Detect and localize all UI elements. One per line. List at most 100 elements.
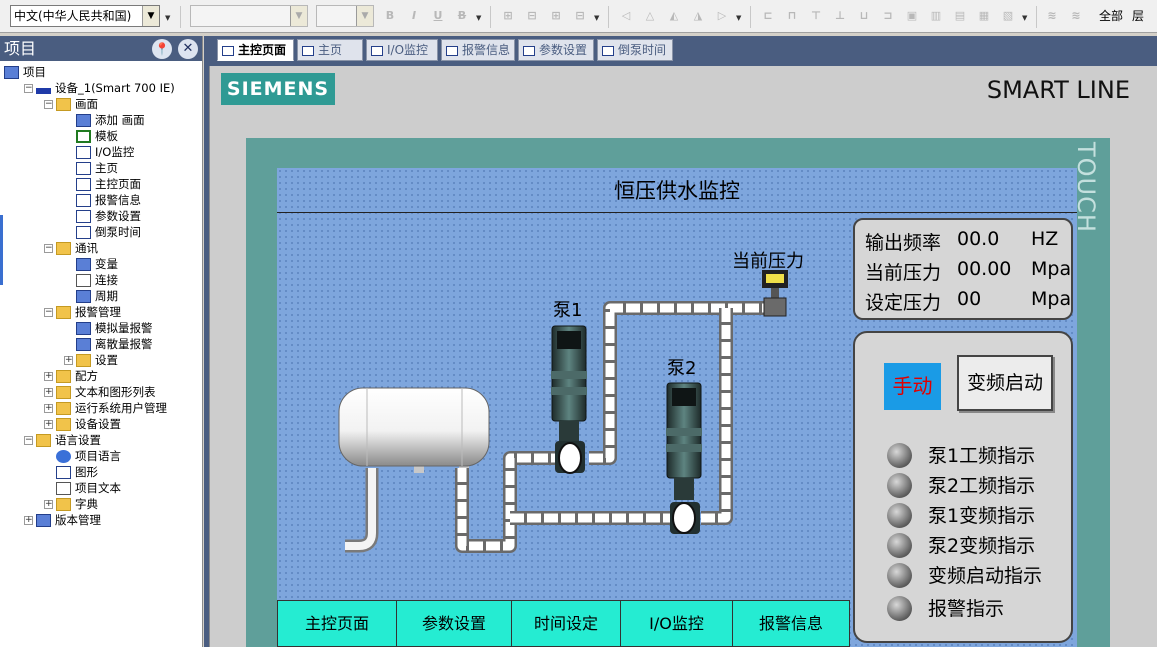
flip-vertical-icon[interactable]: ◭ — [666, 8, 682, 24]
collapse-icon[interactable]: − — [24, 84, 33, 93]
same-height-icon[interactable]: ▥ — [928, 8, 944, 24]
tree-item[interactable]: − 设备_1(Smart 700 IE) — [24, 80, 175, 96]
bold-icon[interactable]: B — [382, 8, 398, 24]
expand-icon[interactable]: + — [44, 500, 53, 509]
tree-item[interactable]: 主控页面 — [64, 176, 141, 192]
expand-icon[interactable]: + — [44, 420, 53, 429]
tab-home[interactable]: 主页 — [297, 39, 363, 61]
align-right-icon[interactable]: ⊐ — [880, 8, 896, 24]
tree-item[interactable]: − 报警管理 — [44, 304, 121, 320]
font-size-select[interactable]: ▼ — [316, 5, 374, 27]
chevron-down-icon[interactable]: ▼ — [142, 6, 159, 26]
set-pressure-value[interactable]: 00 — [957, 288, 981, 310]
expand-icon[interactable]: + — [24, 516, 33, 525]
align-bottom-icon[interactable]: ⊔ — [856, 8, 872, 24]
tree-item[interactable]: − 画面 — [44, 96, 98, 112]
tree-item[interactable]: − 语言设置 — [24, 432, 101, 448]
tree-item[interactable]: 图形 — [44, 464, 98, 480]
align-left-icon[interactable]: ⊏ — [760, 8, 776, 24]
same-size-icon[interactable]: ▧ — [1000, 8, 1016, 24]
screen-icon — [523, 45, 535, 56]
tree-item[interactable]: − 通讯 — [44, 240, 98, 256]
distribute-horizontal-icon[interactable]: ▤ — [952, 8, 968, 24]
toolbar-dropdown-icon[interactable]: ▼ — [165, 14, 170, 22]
tree-item[interactable]: 报警信息 — [64, 192, 141, 208]
toolbar-dropdown-icon[interactable]: ▼ — [1022, 14, 1027, 22]
align-middle-icon[interactable]: ⊥ — [832, 8, 848, 24]
flip-horizontal-icon[interactable]: △ — [642, 8, 658, 24]
toolbar-dropdown-icon[interactable]: ▼ — [736, 14, 741, 22]
tab-pump-switch-time[interactable]: 倒泵时间 — [597, 39, 673, 61]
collapse-icon[interactable]: − — [44, 244, 53, 253]
rotate-right-icon[interactable]: ▷ — [714, 8, 730, 24]
chevron-down-icon[interactable]: ▼ — [356, 6, 373, 26]
tree-item[interactable]: + 字典 — [44, 496, 98, 512]
expand-icon[interactable]: + — [44, 388, 53, 397]
align-center-icon[interactable]: ⊓ — [784, 8, 800, 24]
tree-item[interactable]: 变量 — [64, 256, 118, 272]
collapse-icon[interactable]: − — [24, 436, 33, 445]
panel-resize-handle[interactable] — [0, 215, 3, 285]
tree-item[interactable]: + 运行系统用户管理 — [44, 400, 167, 416]
tree-item[interactable]: 连接 — [64, 272, 118, 288]
layer-all-select[interactable]: 全部 — [1094, 8, 1128, 24]
tree-item[interactable]: 项目文本 — [44, 480, 121, 496]
folder-icon — [56, 418, 71, 431]
rotate-left-icon[interactable]: ◁ — [618, 8, 634, 24]
tree-item[interactable]: + 配方 — [44, 368, 98, 384]
group-icon[interactable]: ⊞ — [500, 8, 516, 24]
tree-item[interactable]: + 设备设置 — [44, 416, 121, 432]
layer-backward-icon[interactable]: ≋ — [1068, 8, 1084, 24]
toolbar-dropdown-icon[interactable]: ▼ — [594, 14, 599, 22]
nav-io-monitor-button[interactable]: I/O监控 — [620, 600, 733, 647]
tree-item[interactable]: 模板 — [64, 128, 118, 144]
collapse-icon[interactable]: − — [44, 308, 53, 317]
nav-main-control-button[interactable]: 主控页面 — [277, 600, 397, 647]
language-select[interactable]: 中文(中华人民共和国) ▼ — [10, 5, 160, 27]
tree-item[interactable]: + 文本和图形列表 — [44, 384, 156, 400]
close-icon[interactable]: ✕ — [178, 39, 198, 59]
tab-io-monitor[interactable]: I/O监控 — [366, 39, 438, 61]
tree-item[interactable]: 模拟量报警 — [64, 320, 153, 336]
pin-icon[interactable]: 📍 — [152, 39, 172, 59]
tree-item[interactable]: + 设置 — [64, 352, 118, 368]
italic-icon[interactable]: I — [406, 8, 422, 24]
font-family-select[interactable]: ▼ — [190, 5, 308, 27]
tree-item[interactable]: 项目 — [4, 64, 46, 80]
group-remove-icon[interactable]: ⊟ — [572, 8, 588, 24]
distribute-vertical-icon[interactable]: ▦ — [976, 8, 992, 24]
tab-parameter-settings[interactable]: 参数设置 — [518, 39, 594, 61]
nav-time-setting-button[interactable]: 时间设定 — [511, 600, 621, 647]
tab-main-control[interactable]: 主控页面 — [217, 39, 294, 61]
chevron-down-icon[interactable]: ▼ — [290, 6, 307, 26]
same-width-icon[interactable]: ▣ — [904, 8, 920, 24]
group-add-icon[interactable]: ⊞ — [548, 8, 564, 24]
vf-start-button[interactable]: 变频启动 — [957, 355, 1053, 411]
tree-item[interactable]: 倒泵时间 — [64, 224, 141, 240]
tree-item[interactable]: 项目语言 — [44, 448, 121, 464]
underline-icon[interactable]: U — [430, 8, 446, 24]
expand-icon[interactable]: + — [44, 372, 53, 381]
tree-item[interactable]: 添加 画面 — [64, 112, 145, 128]
tree-item[interactable]: + 版本管理 — [24, 512, 101, 528]
toolbar-dropdown-icon[interactable]: ▼ — [476, 14, 481, 22]
tree-item[interactable]: I/O监控 — [64, 144, 134, 160]
collapse-icon[interactable]: − — [44, 100, 53, 109]
rotate-icon[interactable]: ◮ — [690, 8, 706, 24]
water-tank — [338, 387, 490, 473]
tree-item[interactable]: 主页 — [64, 160, 118, 176]
tab-alarm-info[interactable]: 报警信息 — [441, 39, 515, 61]
nav-alarm-info-button[interactable]: 报警信息 — [732, 600, 850, 647]
ungroup-icon[interactable]: ⊟ — [524, 8, 540, 24]
nav-parameter-settings-button[interactable]: 参数设置 — [396, 600, 512, 647]
hmi-screen[interactable]: 恒压供水监控 泵1 泵2 当前压力 输出频率 00.0 HZ 当前压力 00.0… — [277, 168, 1077, 647]
align-top-icon[interactable]: ⊤ — [808, 8, 824, 24]
tree-item[interactable]: 离散量报警 — [64, 336, 153, 352]
layer-forward-icon[interactable]: ≋ — [1044, 8, 1060, 24]
strikethrough-icon[interactable]: B — [454, 8, 470, 24]
tree-item[interactable]: 周期 — [64, 288, 118, 304]
tree-item[interactable]: 参数设置 — [64, 208, 141, 224]
expand-icon[interactable]: + — [44, 404, 53, 413]
manual-button[interactable]: 手动 — [884, 363, 941, 410]
expand-icon[interactable]: + — [64, 356, 73, 365]
